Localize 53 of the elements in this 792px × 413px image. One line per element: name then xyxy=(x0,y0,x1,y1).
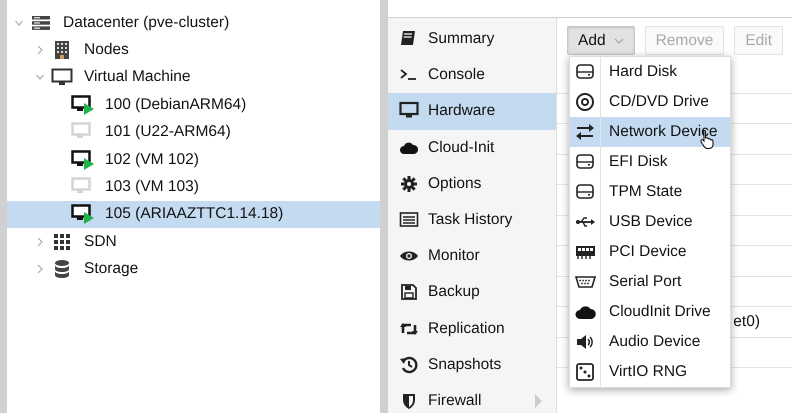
tree-item[interactable]: 102 (VM 102) xyxy=(7,146,380,174)
menu-item[interactable]: EFI Disk xyxy=(570,147,730,177)
expand-caret-icon[interactable] xyxy=(36,45,44,56)
monitor-icon xyxy=(51,68,73,86)
nav-item[interactable]: Firewall xyxy=(388,382,556,413)
collapse-caret-icon[interactable] xyxy=(36,72,44,82)
menu-item[interactable]: TPM State xyxy=(570,177,730,207)
grid-icon xyxy=(53,232,71,251)
nav-item[interactable]: Hardware xyxy=(388,93,556,130)
add-menu-button[interactable]: Add xyxy=(567,26,635,55)
tree-item[interactable]: 100 (DebianARM64) xyxy=(7,91,380,119)
menu-item[interactable]: USB Device xyxy=(570,207,730,237)
nav-item[interactable]: Replication xyxy=(388,310,556,347)
menu-item[interactable]: CloudInit Drive xyxy=(570,297,730,327)
dice-icon xyxy=(574,362,596,382)
menu-item[interactable]: Serial Port xyxy=(570,267,730,297)
expand-caret-icon[interactable] xyxy=(36,264,44,274)
database-icon xyxy=(54,259,70,280)
running-vm-icon xyxy=(71,204,95,224)
nav-item[interactable]: Task History xyxy=(388,202,556,238)
exchange-arrows-icon xyxy=(574,122,596,142)
settings-icon xyxy=(399,174,419,194)
tree-item[interactable]: Nodes xyxy=(7,36,380,64)
menu-item[interactable]: Network Device xyxy=(570,117,730,147)
nav-item[interactable]: Backup xyxy=(388,274,556,310)
tree-item[interactable]: 103 (VM 103) xyxy=(7,173,380,201)
running-vm-icon xyxy=(71,150,95,170)
disc-icon xyxy=(574,92,596,112)
tree-item[interactable]: SDN xyxy=(7,228,380,256)
speaker-icon xyxy=(574,332,596,352)
tree-item[interactable]: Datacenter (pve-cluster) xyxy=(7,9,380,36)
tree-item[interactable]: 101 (U22-ARM64) xyxy=(7,118,380,146)
nav-item[interactable]: Cloud-Init xyxy=(388,130,556,166)
caret-down-icon xyxy=(614,38,624,44)
nav-item[interactable]: Summary xyxy=(388,21,556,58)
history-icon xyxy=(399,354,419,375)
menu-item[interactable]: VirtIO RNG xyxy=(570,357,730,387)
menu-item[interactable]: Audio Device xyxy=(570,327,730,357)
submenu-arrow-icon xyxy=(535,394,542,408)
nav-item[interactable]: Snapshots xyxy=(388,346,556,383)
menu-item[interactable]: Hard Disk xyxy=(570,57,730,87)
building-icon xyxy=(54,40,70,60)
server-rack-icon xyxy=(31,14,51,31)
nav-item[interactable]: Monitor xyxy=(388,238,556,274)
tree-item[interactable]: 105 (ARIAAZTTC1.14.18) xyxy=(7,200,380,228)
running-vm-icon xyxy=(71,94,95,115)
nav-item[interactable]: Console xyxy=(388,57,556,94)
nav-item[interactable]: Options xyxy=(388,166,556,202)
tree-item[interactable]: Storage xyxy=(7,256,380,283)
tree-item[interactable]: Virtual Machine xyxy=(7,64,380,92)
table-cell: et0) xyxy=(733,312,760,331)
expand-caret-icon[interactable] xyxy=(36,236,44,247)
menu-item[interactable]: PCI Device xyxy=(570,237,730,267)
